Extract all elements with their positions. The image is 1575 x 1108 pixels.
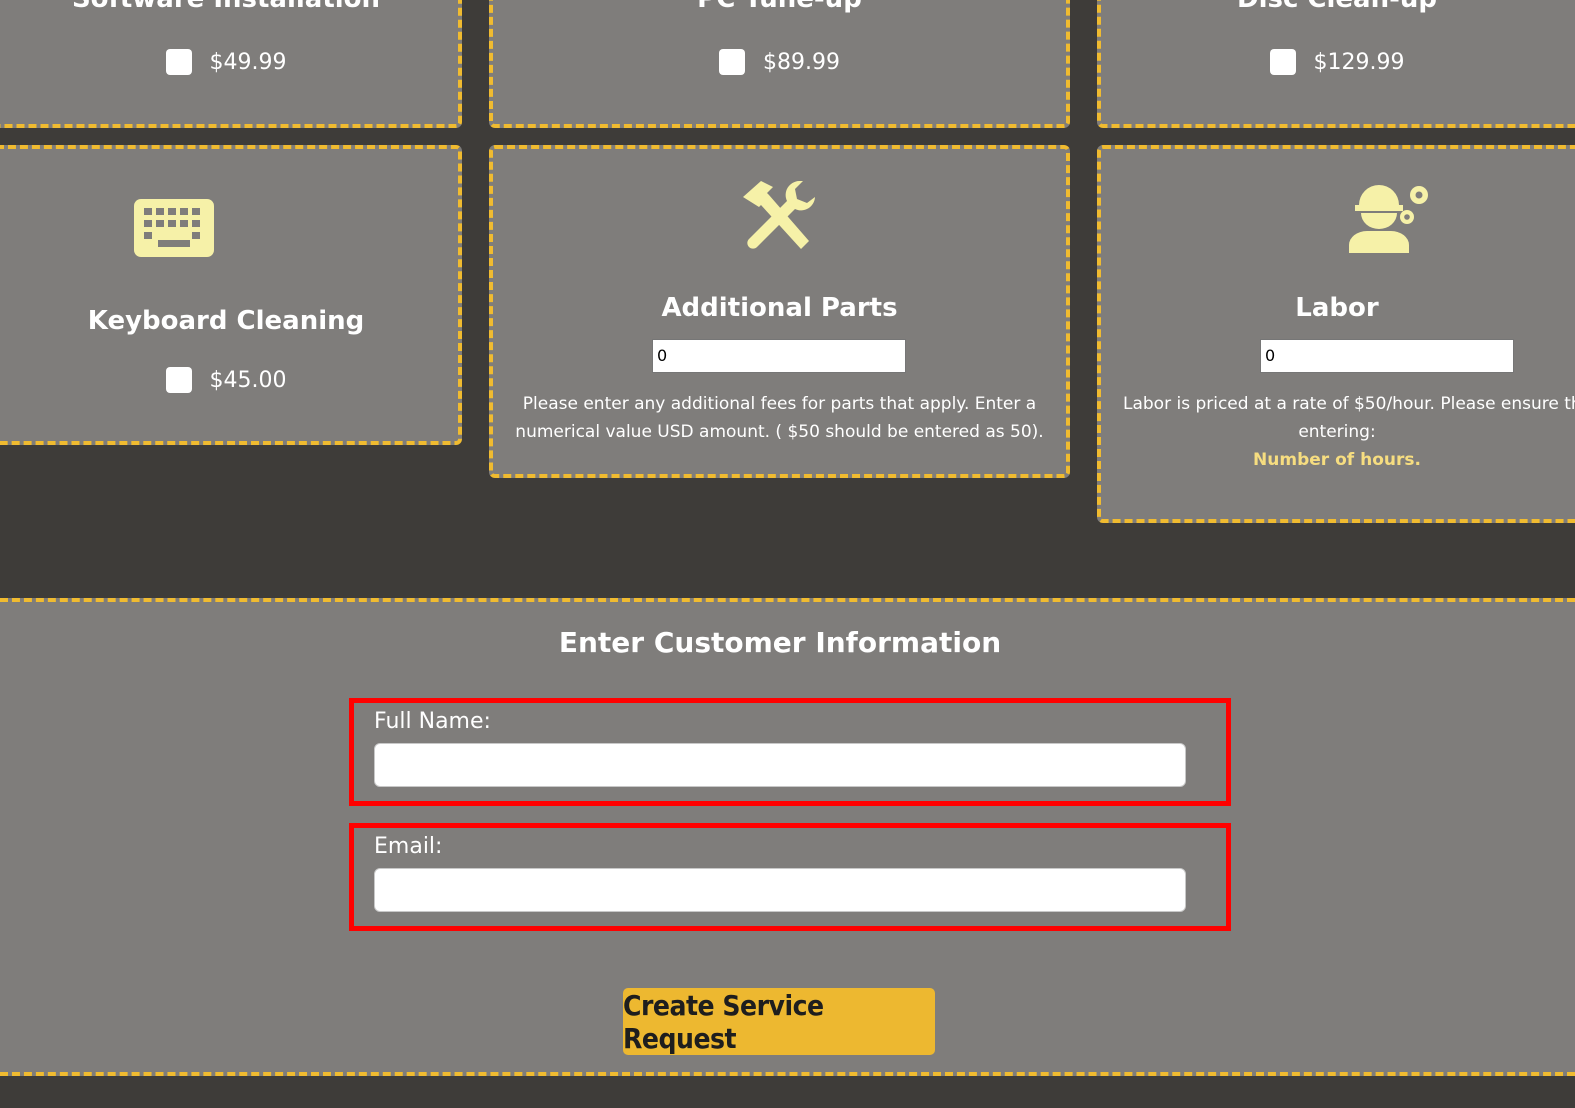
labor-hours-hint: Number of hours. xyxy=(1253,450,1421,470)
service-card-keyboard-cleaning: Keyboard Cleaning $45.00 xyxy=(0,145,462,445)
service-price: $45.00 xyxy=(209,367,287,393)
service-checkbox[interactable] xyxy=(719,49,745,75)
service-checkbox[interactable] xyxy=(165,367,192,393)
tools-icon xyxy=(743,181,815,249)
customer-info-section: Enter Customer Information Full Name: Em… xyxy=(0,598,1575,1076)
service-title: Software Installation xyxy=(0,0,458,14)
keyboard-icon xyxy=(134,199,214,257)
service-card-software-installation: Software Installation $49.99 xyxy=(0,0,462,128)
email-field-group: Email: xyxy=(349,823,1231,931)
service-card-disc-clean-up: Disc Clean-up $129.99 xyxy=(1097,0,1575,128)
service-price-row: $45.00 xyxy=(0,367,458,393)
service-price: $49.99 xyxy=(209,49,287,75)
service-price: $89.99 xyxy=(763,49,840,75)
additional-parts-input[interactable]: 0 xyxy=(652,339,906,373)
service-card-pc-tune-up: PC Tune-up $89.99 xyxy=(489,0,1070,128)
service-card-additional-parts: Additional Parts 0 Please enter any addi… xyxy=(489,145,1070,478)
labor-hours-input[interactable]: 0 xyxy=(1260,339,1514,373)
customer-info-title: Enter Customer Information xyxy=(558,626,1002,659)
service-price-row: $129.99 xyxy=(1101,49,1573,75)
service-card-labor: Labor 0 Labor is priced at a rate of $50… xyxy=(1097,145,1575,523)
labor-description-line2: entering: xyxy=(1298,422,1376,442)
additional-parts-description-line1: Please enter any additional fees for par… xyxy=(522,394,1037,414)
service-title: Disc Clean-up xyxy=(1101,0,1573,14)
worker-gear-icon xyxy=(1349,185,1428,253)
email-input[interactable] xyxy=(374,868,1186,912)
full-name-label: Full Name: xyxy=(374,709,491,734)
email-label: Email: xyxy=(374,834,443,859)
service-title: PC Tune-up xyxy=(493,0,1066,14)
service-price-row: $49.99 xyxy=(0,49,458,75)
service-price: $129.99 xyxy=(1313,49,1405,75)
labor-description-line1: Labor is priced at a rate of $50/hour. P… xyxy=(1123,394,1575,414)
service-checkbox[interactable] xyxy=(1269,49,1296,75)
full-name-input[interactable] xyxy=(374,743,1186,787)
create-service-request-button[interactable]: Create Service Request xyxy=(623,988,935,1055)
service-price-row: $89.99 xyxy=(493,49,1066,75)
additional-parts-title: Additional Parts xyxy=(661,293,898,323)
additional-parts-description-line2: numerical value USD amount. ( $50 should… xyxy=(515,422,1044,442)
service-checkbox[interactable] xyxy=(165,49,192,75)
labor-title: Labor xyxy=(1295,293,1379,323)
service-title: Keyboard Cleaning xyxy=(87,306,365,336)
full-name-field-group: Full Name: xyxy=(349,698,1231,806)
